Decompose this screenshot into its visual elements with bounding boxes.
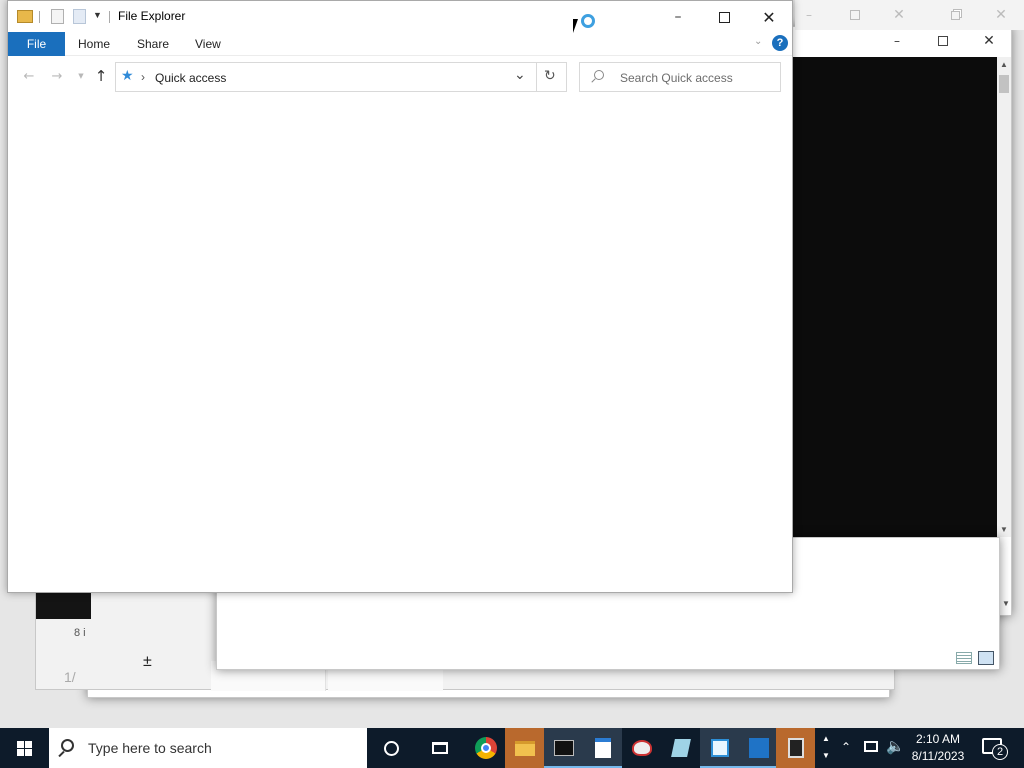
background-title-buttons: – ✕ ✕ [795, 0, 1024, 30]
close-icon[interactable]: ✕ [889, 6, 909, 24]
notification-count-badge: 2 [992, 744, 1008, 760]
network-icon[interactable] [864, 741, 878, 752]
file-explorer-window: ▼ File Explorer – ✕ File Home Share View… [7, 0, 793, 593]
properties-icon[interactable] [51, 9, 64, 24]
minimize-icon[interactable]: – [658, 7, 698, 27]
calculator-dark-strip [36, 591, 91, 619]
tab-share[interactable]: Share [137, 37, 169, 51]
window-title: File Explorer [118, 9, 186, 23]
chrome-icon[interactable] [466, 728, 505, 768]
new-folder-icon[interactable] [73, 9, 86, 24]
search-icon-handle [58, 750, 65, 758]
folder-icon [17, 10, 33, 23]
ribbon-tabs: File Home Share View ⌄ ? [8, 32, 792, 56]
status-fragment: 8 i [74, 627, 86, 639]
windows-logo-icon [16, 740, 32, 756]
breadcrumb-chevron-icon[interactable]: › [141, 70, 145, 84]
command-prompt-icon[interactable] [544, 728, 583, 768]
close-icon[interactable]: ✕ [749, 6, 789, 28]
clock-date: 8/11/2023 [911, 749, 965, 763]
scrollbar[interactable]: ▲ ▼ [997, 57, 1011, 537]
close-icon[interactable]: ✕ [991, 6, 1011, 24]
maximize-icon[interactable] [845, 7, 865, 23]
divider [39, 11, 40, 23]
tab-view[interactable]: View [195, 37, 221, 51]
recent-locations-icon[interactable]: ▼ [72, 66, 90, 86]
restore-icon[interactable] [945, 7, 965, 23]
close-icon[interactable]: ✕ [979, 32, 999, 50]
taskbar-scroll-arrows[interactable]: ▲ ▼ [818, 730, 834, 766]
minimize-icon[interactable]: – [887, 33, 907, 49]
cortana-icon[interactable] [372, 728, 411, 768]
refresh-icon[interactable]: ↻ [544, 68, 556, 84]
up-arrow-icon[interactable]: ↑ [92, 66, 110, 86]
taskbar: Type here to search ▲▼ ⌃ 🔈 2:10 AM 8/11 [0, 728, 1024, 768]
start-button[interactable] [4, 728, 44, 768]
scroll-thumb[interactable] [999, 75, 1009, 93]
minimize-icon[interactable]: – [799, 7, 819, 23]
search-placeholder[interactable]: Search Quick access [620, 71, 733, 85]
forward-arrow-icon[interactable]: → [48, 66, 66, 86]
wordpad-icon[interactable] [583, 728, 622, 768]
tab-home[interactable]: Home [78, 37, 110, 51]
navigation-bar: ← → ▼ ↑ ★ › Quick access ⌄ ↻ Search Quic… [8, 60, 792, 92]
details-view-icon[interactable] [956, 652, 972, 664]
clock-time: 2:10 AM [915, 732, 961, 746]
content-pane[interactable] [8, 93, 792, 592]
customize-qat-icon[interactable]: ▼ [93, 10, 102, 20]
address-bar[interactable]: ★ › Quick access ⌄ ↻ [115, 62, 567, 92]
busy-spinner-icon [581, 14, 595, 28]
divider [536, 63, 537, 91]
scroll-up-arrow[interactable]: ▲ [1000, 60, 1008, 69]
file-tab[interactable]: File [8, 32, 65, 56]
search-box[interactable]: Search Quick access [579, 62, 781, 92]
background-window-right: – ✕ ▲ ▼ ▼ [790, 26, 1012, 616]
divider [109, 11, 110, 23]
mouse-cursor-icon [573, 19, 578, 33]
fraction-fragment: 1/ [64, 669, 76, 685]
quick-access-star-icon: ★ [121, 68, 134, 84]
clock[interactable]: 2:10 AM 8/11/2023 [907, 731, 969, 765]
maximize-icon[interactable] [933, 33, 953, 49]
back-arrow-icon[interactable]: ← [20, 66, 38, 86]
notepad-icon[interactable] [700, 728, 739, 768]
large-icons-view-icon[interactable] [978, 651, 994, 665]
volume-icon[interactable]: 🔈 [886, 737, 905, 755]
address-dropdown-icon[interactable]: ⌄ [514, 67, 526, 83]
file-explorer-icon[interactable] [505, 728, 544, 768]
taskbar-search-box[interactable]: Type here to search [49, 728, 367, 768]
scroll-down-arrow[interactable]: ▼ [1000, 525, 1008, 534]
show-hidden-icons-icon[interactable]: ⌃ [839, 740, 853, 754]
calculator-icon[interactable] [776, 728, 815, 768]
lower-scroll-arrow[interactable]: ▼ [1002, 599, 1010, 608]
console-area [793, 57, 997, 537]
taskbar-search-placeholder[interactable]: Type here to search [88, 740, 212, 756]
address-location[interactable]: Quick access [155, 71, 226, 85]
task-view-icon[interactable] [420, 728, 459, 768]
help-icon[interactable]: ? [772, 35, 788, 51]
plus-minus-key[interactable]: ± [143, 653, 152, 671]
blue-app-icon[interactable] [739, 728, 778, 768]
paint-icon[interactable] [622, 728, 661, 768]
title-bar[interactable]: ▼ File Explorer – ✕ [8, 1, 792, 33]
app-icon[interactable] [661, 728, 700, 768]
maximize-icon[interactable] [704, 7, 744, 27]
expand-ribbon-icon[interactable]: ⌄ [754, 36, 762, 47]
search-icon-handle [591, 78, 596, 83]
